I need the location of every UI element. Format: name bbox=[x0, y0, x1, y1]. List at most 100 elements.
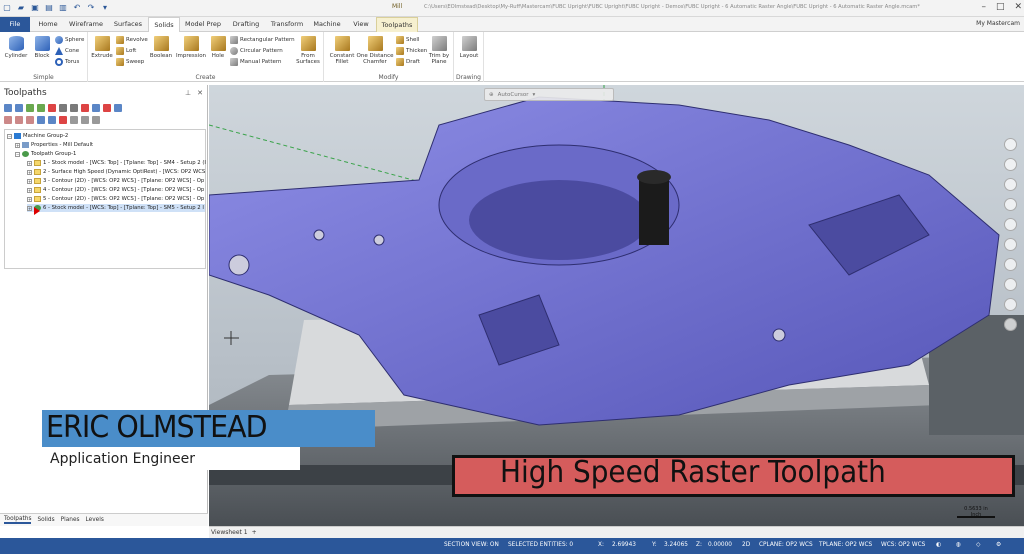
tab-drafting[interactable]: Drafting bbox=[228, 17, 264, 32]
regenerate-dirty-icon[interactable] bbox=[37, 104, 45, 112]
circular-pattern-button[interactable]: Circular Pattern bbox=[230, 47, 283, 55]
display-options-icon[interactable] bbox=[92, 116, 100, 124]
tab-transform[interactable]: Transform bbox=[268, 17, 306, 32]
undo-icon[interactable]: ↶ bbox=[72, 2, 82, 12]
panel-tab-toolpaths[interactable]: Toolpaths bbox=[4, 516, 32, 524]
save-as-icon[interactable]: ▥ bbox=[58, 2, 68, 12]
expand-icon[interactable]: + bbox=[27, 160, 32, 166]
pin-icon[interactable]: ⊥ bbox=[185, 89, 191, 97]
hole-button[interactable]: Hole bbox=[208, 36, 228, 59]
tree-item-op-3[interactable]: + 3 - Contour (2D) - [WCS: OP2 WCS] - [T… bbox=[27, 177, 204, 185]
expand-icon[interactable]: + bbox=[27, 205, 32, 211]
tplane-status[interactable]: TPLANE: OP2 WCS bbox=[819, 542, 872, 548]
dropdown-icon[interactable]: ▾ bbox=[532, 92, 535, 98]
extrude-button[interactable]: Extrude bbox=[90, 36, 114, 59]
display-mode-icon[interactable]: ◐ bbox=[936, 542, 941, 548]
thicken-button[interactable]: Thicken bbox=[396, 47, 427, 55]
expand-icon[interactable]: + bbox=[27, 187, 32, 193]
layout-button[interactable]: Layout bbox=[456, 36, 482, 59]
manual-pattern-button[interactable]: Manual Pattern bbox=[230, 58, 282, 66]
collapse-icon[interactable]: − bbox=[7, 133, 12, 139]
rectangular-pattern-button[interactable]: Rectangular Pattern bbox=[230, 36, 295, 44]
view-nav-button[interactable] bbox=[1004, 318, 1017, 331]
tab-wireframe[interactable]: Wireframe bbox=[66, 17, 106, 32]
tree-item-op-2[interactable]: + 2 - Surface High Speed (Dynamic OptiRe… bbox=[27, 168, 205, 176]
view-settings-icon[interactable]: ⚙ bbox=[996, 542, 1001, 548]
my-mastercam-link[interactable]: My Mastercam bbox=[976, 20, 1020, 27]
regenerate-all-icon[interactable] bbox=[26, 104, 34, 112]
wcs-status[interactable]: WCS: OP2 WCS bbox=[881, 542, 925, 548]
close-panel-icon[interactable]: ✕ bbox=[197, 89, 203, 97]
view-nav-button[interactable] bbox=[1004, 178, 1017, 191]
view-nav-button[interactable] bbox=[1004, 298, 1017, 311]
help-icon[interactable] bbox=[114, 104, 122, 112]
revolve-button[interactable]: Revolve bbox=[116, 36, 148, 44]
high-feed-icon[interactable] bbox=[92, 104, 100, 112]
select-failed-icon[interactable] bbox=[15, 104, 23, 112]
mode-2d[interactable]: 2D bbox=[742, 542, 750, 548]
tab-view[interactable]: View bbox=[348, 17, 374, 32]
maximize-icon[interactable]: □ bbox=[996, 2, 1005, 12]
view-nav-button[interactable] bbox=[1004, 258, 1017, 271]
insert-arrow-icon[interactable] bbox=[59, 116, 67, 124]
cylinder-button[interactable]: Cylinder bbox=[3, 36, 29, 59]
tree-item-op-6[interactable]: + 6 - Stock model - [WCS: Top] - [Tplane… bbox=[27, 204, 205, 212]
view-nav-button[interactable] bbox=[1004, 198, 1017, 211]
tab-model-prep[interactable]: Model Prep bbox=[182, 17, 224, 32]
toggle-post-icon[interactable] bbox=[26, 116, 34, 124]
tab-home[interactable]: Home bbox=[34, 17, 62, 32]
trim-by-plane-button[interactable]: Trim by Plane bbox=[426, 36, 452, 65]
toggle-display-icon[interactable] bbox=[15, 116, 23, 124]
select-all-icon[interactable] bbox=[4, 104, 12, 112]
tab-toolpaths[interactable]: Toolpaths bbox=[376, 17, 418, 32]
shading-icon[interactable]: ◍ bbox=[956, 542, 961, 548]
tree-item-toolpath-group[interactable]: − Toolpath Group-1 bbox=[15, 150, 76, 158]
single-display-icon[interactable] bbox=[81, 116, 89, 124]
autocursor-toolbar[interactable]: ⊕ AutoCursor ▾ bbox=[484, 88, 614, 101]
tree-item-properties[interactable]: + Properties - Mill Default bbox=[15, 141, 93, 149]
one-distance-chamfer-button[interactable]: One Distance Chamfer bbox=[356, 36, 394, 65]
constant-fillet-button[interactable]: Constant Fillet bbox=[328, 36, 356, 65]
minimize-icon[interactable]: – bbox=[981, 2, 986, 12]
tab-solids[interactable]: Solids bbox=[148, 17, 180, 32]
section-view-status[interactable]: SECTION VIEW: ON bbox=[444, 542, 499, 548]
scroll-icon[interactable] bbox=[70, 116, 78, 124]
sphere-button[interactable]: Sphere bbox=[55, 36, 84, 44]
tree-item-op-1[interactable]: + 1 - Stock model - [WCS: Top] - [Tplane… bbox=[27, 159, 206, 167]
move-down-icon[interactable] bbox=[37, 116, 45, 124]
move-up-icon[interactable] bbox=[48, 116, 56, 124]
cone-button[interactable]: Cone bbox=[55, 47, 79, 55]
loft-button[interactable]: Loft bbox=[116, 47, 136, 55]
collapse-icon[interactable]: − bbox=[15, 151, 20, 157]
tab-machine[interactable]: Machine bbox=[310, 17, 344, 32]
expand-icon[interactable]: + bbox=[27, 169, 32, 175]
delete-icon[interactable] bbox=[103, 104, 111, 112]
save-icon[interactable]: ▣ bbox=[30, 2, 40, 12]
block-button[interactable]: Block bbox=[31, 36, 53, 59]
tab-file[interactable]: File bbox=[0, 17, 30, 32]
open-folder-icon[interactable]: ▰ bbox=[16, 2, 26, 12]
close-icon[interactable]: ✕ bbox=[1014, 2, 1022, 12]
backplot-icon[interactable] bbox=[48, 104, 56, 112]
add-viewsheet-icon[interactable]: + bbox=[252, 529, 257, 536]
cplane-status[interactable]: CPLANE: OP2 WCS bbox=[759, 542, 813, 548]
panel-tab-planes[interactable]: Planes bbox=[61, 517, 80, 523]
boolean-button[interactable]: Boolean bbox=[148, 36, 174, 59]
impression-button[interactable]: Impression bbox=[175, 36, 207, 59]
view-nav-button[interactable] bbox=[1004, 218, 1017, 231]
tab-surfaces[interactable]: Surfaces bbox=[110, 17, 146, 32]
wireframe-icon[interactable]: ◇ bbox=[976, 542, 980, 548]
expand-icon[interactable]: + bbox=[27, 196, 32, 202]
tree-item-op-5[interactable]: + 5 - Contour (2D) - [WCS: OP2 WCS] - [T… bbox=[27, 195, 204, 203]
sweep-button[interactable]: Sweep bbox=[116, 58, 144, 66]
customize-qat-icon[interactable]: ▾ bbox=[100, 2, 110, 12]
print-icon[interactable]: ▤ bbox=[44, 2, 54, 12]
lock-icon[interactable] bbox=[4, 116, 12, 124]
simulate-icon[interactable] bbox=[70, 104, 78, 112]
verify-icon[interactable] bbox=[59, 104, 67, 112]
viewsheet-tab[interactable]: Viewsheet 1 bbox=[211, 529, 248, 536]
redo-icon[interactable]: ↷ bbox=[86, 2, 96, 12]
from-surfaces-button[interactable]: From Surfaces bbox=[294, 36, 322, 65]
view-nav-button[interactable] bbox=[1004, 278, 1017, 291]
expand-icon[interactable]: + bbox=[27, 178, 32, 184]
